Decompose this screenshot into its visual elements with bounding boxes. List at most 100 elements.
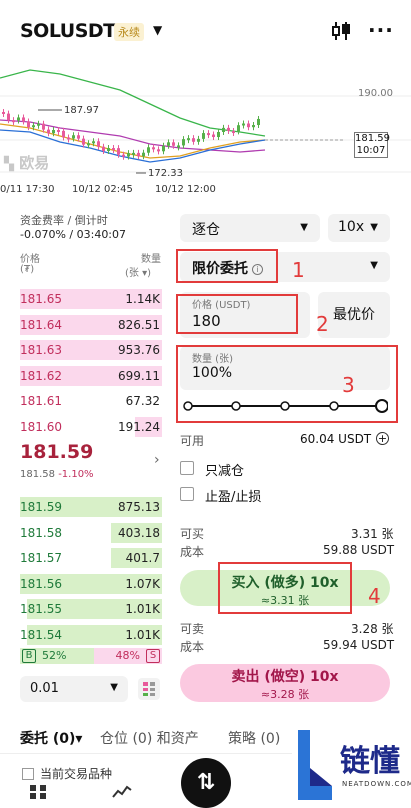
can-buy-value: 3.31 张 xyxy=(351,527,394,541)
pair-title[interactable]: SOLUSDT xyxy=(20,20,116,42)
checkbox-icon xyxy=(180,461,194,475)
last-price[interactable]: 181.59 xyxy=(20,441,93,463)
sell-ratio-text: 48% xyxy=(115,649,140,662)
candle xyxy=(92,141,95,144)
price-low-label: 172.33 xyxy=(148,168,183,179)
bid-qty: 1.07K xyxy=(125,576,160,591)
best-price-button[interactable]: 最优价 xyxy=(318,292,390,338)
candle xyxy=(2,112,5,114)
ask-qty: 826.51 xyxy=(118,317,160,332)
candle xyxy=(72,135,75,139)
more-icon[interactable]: ··· xyxy=(368,18,394,42)
site-watermark: 链懂 NEATDOWN.COM xyxy=(292,722,411,808)
ask-price: 181.64 xyxy=(20,317,62,332)
contract-badge: 永续 xyxy=(114,23,144,41)
checkbox-icon xyxy=(180,487,194,501)
cost-sell-value: 59.94 USDT xyxy=(323,638,395,652)
leverage-value: 10x xyxy=(338,219,365,235)
chevron-down-icon: ▼ xyxy=(370,222,378,233)
bid-row[interactable]: 181.56 1.07K xyxy=(20,573,162,595)
ask-row[interactable]: 181.65 1.14K xyxy=(20,288,162,310)
funding-label: 资金费率 / 倒计时 xyxy=(20,214,108,227)
candle xyxy=(142,152,145,157)
candle xyxy=(212,134,215,138)
buy-ratio-text: 52% xyxy=(42,649,67,662)
candle xyxy=(172,142,175,146)
bid-price: 181.56 xyxy=(20,576,62,591)
add-funds-icon[interactable]: + xyxy=(376,432,389,445)
time-label-2: 10/12 02:45 xyxy=(72,184,133,195)
current-pair-checkbox[interactable] xyxy=(22,768,34,780)
candle xyxy=(157,149,160,152)
tab-strategies[interactable]: 策略 (0) xyxy=(228,728,280,748)
annotation-number-2: 2 xyxy=(316,312,329,336)
candle xyxy=(257,118,260,126)
ask-qty: 67.32 xyxy=(125,394,160,408)
price-high-label: 187.97 xyxy=(64,105,99,116)
candle xyxy=(87,143,90,146)
candle xyxy=(162,145,165,152)
watermark-logo-icon xyxy=(298,730,332,800)
candlestick-icon[interactable] xyxy=(330,20,352,42)
candle xyxy=(147,147,150,153)
ask-price: 181.65 xyxy=(20,292,62,306)
annotation-box-3 xyxy=(176,345,398,423)
trading-screen: SOLUSDT 永续 ▼ ··· 187.97 172.33 190.00 18… xyxy=(0,0,411,808)
annotation-box-2 xyxy=(176,294,298,334)
leverage-select[interactable]: 10x ▼ xyxy=(328,214,390,242)
bid-row[interactable]: 181.58 403.18 xyxy=(20,522,162,544)
annotation-number-3: 3 xyxy=(342,373,355,397)
ask-row[interactable]: 181.60 191.24 xyxy=(20,416,162,438)
book-layout-icon[interactable] xyxy=(138,678,160,700)
funding-value: -0.070% / 03:40:07 xyxy=(20,228,127,241)
annotation-box-4 xyxy=(218,562,352,614)
bid-row[interactable]: 181.59 875.13 xyxy=(20,496,162,518)
qty-unit-selector[interactable]: (张 ▾) xyxy=(125,264,151,279)
ask-row[interactable]: 181.64 826.51 xyxy=(20,314,162,336)
tab-orders[interactable]: 委托 (0)▾ xyxy=(20,728,82,748)
margin-mode-select[interactable]: 逐仓 ▼ xyxy=(180,214,320,242)
bid-price: 181.57 xyxy=(20,551,62,565)
tp-sl-label: 止盈/止损 xyxy=(205,490,262,505)
candle xyxy=(22,117,25,122)
candle xyxy=(42,123,45,130)
candle xyxy=(17,117,20,121)
top-bar: SOLUSDT 永续 ▼ ··· xyxy=(0,0,411,60)
bid-row[interactable]: 181.55 1.01K xyxy=(20,598,162,620)
ask-qty: 191.24 xyxy=(118,419,160,434)
price-column-unit: (₮) xyxy=(20,264,35,275)
bid-row[interactable]: 181.54 1.01K xyxy=(20,624,162,646)
sell-short-button[interactable]: 卖出 (做空) 10x ≈3.28 张 xyxy=(180,664,390,702)
tab-positions[interactable]: 仓位 (0) 和资产 xyxy=(100,728,199,748)
candle xyxy=(107,148,110,151)
bid-price: 181.59 xyxy=(20,500,62,514)
candle xyxy=(122,154,125,157)
ask-row[interactable]: 181.62 699.11 xyxy=(20,365,162,387)
bid-price: 181.58 xyxy=(20,525,62,540)
grid-icon[interactable] xyxy=(28,784,48,800)
chevron-down-icon[interactable]: ▼ xyxy=(153,23,162,37)
candle xyxy=(152,147,155,150)
candle xyxy=(132,152,135,155)
can-sell-label: 可卖 xyxy=(180,622,205,636)
candle xyxy=(12,120,15,123)
chevron-right-icon[interactable]: › xyxy=(154,452,160,468)
ask-price: 181.60 xyxy=(20,419,62,434)
cost-sell-label: 成本 xyxy=(180,640,205,654)
candle xyxy=(177,145,180,148)
chart-line-icon[interactable] xyxy=(112,784,132,800)
mini-chart[interactable]: 187.97 172.33 190.00 181.59 10:07 ▚ 欧易 0… xyxy=(0,60,411,200)
ask-price: 181.63 xyxy=(20,343,62,357)
bid-qty: 1.01K xyxy=(125,602,160,616)
ask-row[interactable]: 181.61 67.32 xyxy=(20,390,162,412)
annotation-box-1 xyxy=(176,249,278,283)
bid-row[interactable]: 181.57 401.7 xyxy=(20,547,162,569)
time-label-3: 10/12 12:00 xyxy=(155,184,216,195)
bid-price: 181.54 xyxy=(20,627,62,642)
ask-row[interactable]: 181.63 953.76 xyxy=(20,339,162,361)
candle xyxy=(167,142,170,146)
depth-step-select[interactable]: 0.01 ▼ xyxy=(20,676,128,702)
swap-direction-button[interactable]: ⇅ xyxy=(181,758,231,808)
ask-qty: 699.11 xyxy=(118,368,160,383)
annotation-number-1: 1 xyxy=(292,258,305,282)
